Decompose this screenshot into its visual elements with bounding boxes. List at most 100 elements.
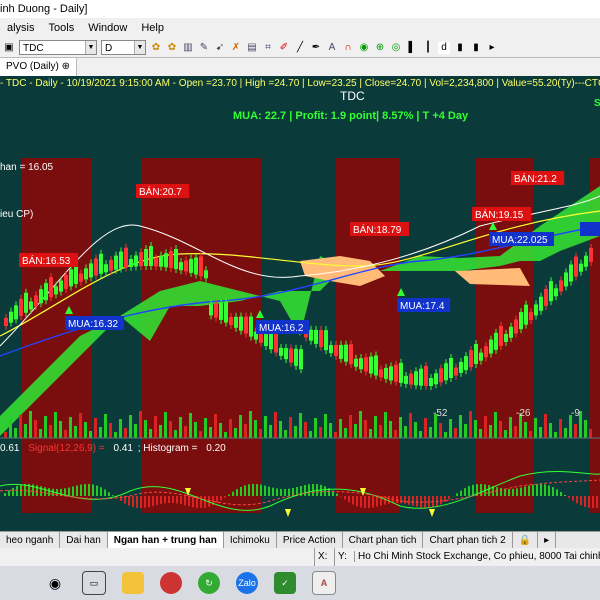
macd-histogram-bar [576,496,578,504]
magnet-icon[interactable]: ∩ [342,42,354,54]
macd-histogram-bar [304,485,306,496]
month-icon[interactable]: ▮ [470,42,482,54]
volume-bar [464,424,467,438]
task-view-icon[interactable]: ▭ [82,571,106,595]
bars-icon[interactable]: ▥ [182,42,194,54]
globe-icon[interactable]: ◉ [358,42,370,54]
pencil-icon[interactable]: ✎ [198,42,210,54]
document-tab[interactable]: PVO (Daily) ⊕ [0,58,77,76]
camera-icon[interactable]: ◉ [44,572,66,594]
spreadsheet-icon[interactable]: ✓ [274,572,296,594]
macd-histogram-bar [364,496,366,509]
chevron-down-icon[interactable]: ▼ [134,41,145,54]
menu-help[interactable]: Help [134,22,171,34]
drawing-icon[interactable]: ⌗ [262,42,274,54]
chevron-down-icon[interactable]: ▼ [85,41,96,54]
macd-histogram-bar [220,496,222,501]
sheet-tab-ichimoku[interactable]: Ichimoku [224,532,277,549]
volume-bar [559,419,562,438]
pen-icon[interactable]: ✒ [310,42,322,54]
candle-body [154,258,158,267]
volume-bar [239,415,242,438]
chart-icon[interactable]: ▤ [246,42,258,54]
pin-icon[interactable]: ⊕ [62,61,70,72]
macd-histogram-bar [312,483,314,496]
bar-chart-icon[interactable]: ▌ [406,42,418,54]
folder-icon[interactable] [122,572,144,594]
macd-histogram-bar [204,496,206,508]
period-combo[interactable]: D ▼ [101,40,146,55]
refresh-icon[interactable]: ◎ [390,42,402,54]
candle-body [524,304,528,325]
candle-body [354,358,358,367]
volume-bar [329,423,332,438]
volume-bar [244,424,247,438]
volume-bar [34,420,37,438]
buy-signal-badge-edge [580,222,600,236]
candle-body [234,316,238,328]
sheet-tab-price-action[interactable]: Price Action [277,532,343,549]
volume-bar [524,422,527,438]
candle-body [574,256,578,277]
volume-bar [139,411,142,438]
chart-canvas[interactable]: BÁN:16.53 BÁN:20.7 BÁN:18.79 BÁN:19.15 BÁN:2… [0,76,600,531]
holding-zone [141,158,261,513]
candle-body [464,356,468,371]
scroll-right-icon[interactable]: ▸ [538,532,557,549]
price-chart[interactable]: BÁN:16.53 BÁN:20.7 BÁN:18.79 BÁN:19.15 BÁN:2… [0,76,600,531]
hammer-icon[interactable]: ✗ [230,42,242,54]
volume-bar [589,429,592,438]
lock-icon[interactable]: 🔒 [513,532,539,549]
macd-histogram-bar [444,496,446,502]
view-icon[interactable]: ▣ [3,42,15,54]
symbol-combo[interactable]: TDC ▼ [19,40,97,55]
signal-text: MUA: 22.7 | Profit: 1.9 point| 8.57% | T… [233,110,469,122]
week-icon[interactable]: ▮ [454,42,466,54]
paint-icon[interactable] [160,572,182,594]
macd-histogram-bar [40,486,42,496]
cursor-icon[interactable]: ➹ [214,42,226,54]
day-icon[interactable]: d [438,41,450,54]
sheet-tab-nganh[interactable]: heo nganh [0,532,61,549]
volume-bar [584,420,587,438]
candle-body [169,251,173,269]
amibroker-icon[interactable]: A [312,571,336,595]
sheet-tab-ngan-han[interactable]: Ngan han + trung han [107,532,224,549]
candle-icon[interactable]: ┃ [422,42,434,54]
sheet-tab-chart-phan-tich[interactable]: Chart phan tich [343,532,424,549]
macd-histogram-value: 0.20 [206,443,226,454]
macd-histogram-bar [560,491,562,496]
text-icon[interactable]: A [326,42,338,54]
candle-body [334,345,338,357]
candle-body [39,289,43,304]
refresh-app-icon[interactable]: ↻ [198,572,220,594]
volume-bar [144,420,147,438]
sheet-tab-chart-phan-tich-2[interactable]: Chart phan tich 2 [423,532,513,549]
volume-bar [459,415,462,438]
volume-bar [344,428,347,438]
candle-body [419,368,423,386]
volume-bar [339,419,342,438]
menu-tools[interactable]: Tools [42,22,82,34]
tools-icon[interactable]: ✿ [166,42,178,54]
macd-histogram-bar [280,488,282,496]
line-icon[interactable]: ╱ [294,42,306,54]
macd-histogram-bar [104,489,106,496]
macd-histogram-bar [384,496,386,505]
menu-window[interactable]: Window [81,22,134,34]
macd-histogram-bar [520,487,522,496]
volume-bar [564,428,567,438]
more-icon[interactable]: ▸ [486,42,498,54]
candle-body [389,366,393,381]
gear-icon[interactable]: ✿ [150,42,162,54]
volume-bar [179,417,182,438]
menu-analysis[interactable]: alysis [0,22,42,34]
zoom-icon[interactable]: ⊕ [374,42,386,54]
sheet-tab-dai-han[interactable]: Dai han [60,532,108,549]
candle-body [9,311,13,323]
zalo-icon[interactable]: Zalo [236,572,258,594]
color-icon[interactable]: ✐ [278,42,290,54]
macd-histogram-bar [540,483,542,496]
macd-histogram-bar [524,486,526,496]
macd-histogram-bar [188,496,190,507]
